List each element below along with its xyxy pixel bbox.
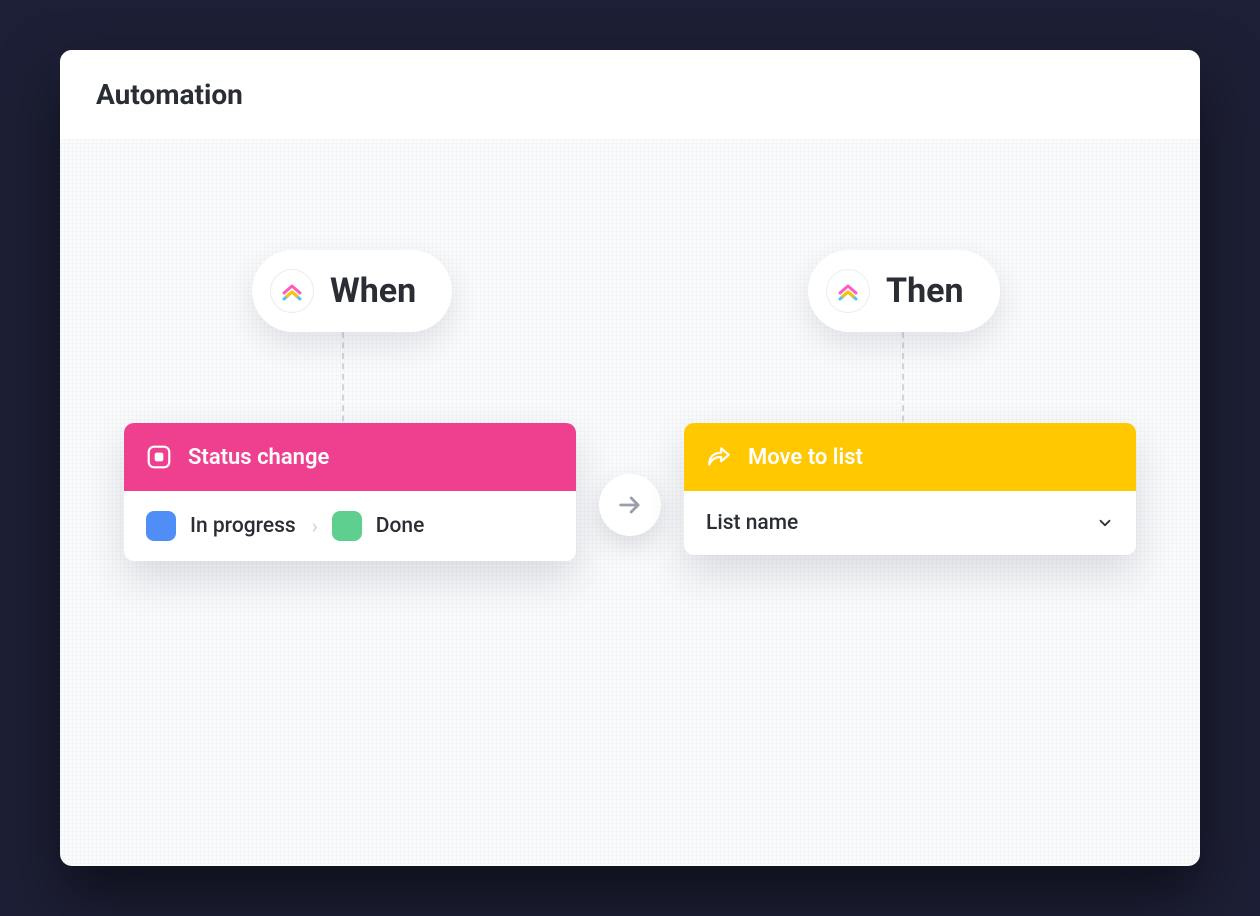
status-square-icon	[146, 444, 172, 470]
list-select-label: List name	[706, 511, 798, 535]
arrow-right-icon	[616, 491, 644, 519]
clickup-logo-icon	[270, 269, 314, 313]
trigger-title: Status change	[188, 445, 329, 470]
status-to-label: Done	[376, 514, 425, 538]
action-card-body[interactable]: List name	[684, 491, 1136, 555]
chevron-down-icon[interactable]	[1096, 514, 1114, 532]
panel-title: Automation	[96, 78, 1164, 111]
action-title: Move to list	[748, 445, 863, 470]
trigger-card[interactable]: Status change In progress ››› Done	[124, 423, 576, 561]
then-label: Then	[886, 271, 964, 311]
flow-arrow	[599, 474, 661, 536]
status-from-label: In progress	[190, 514, 296, 538]
connector-line-when	[342, 332, 344, 432]
when-pill: When	[252, 250, 452, 332]
trigger-card-header: Status change	[124, 423, 576, 491]
connector-line-then	[902, 332, 904, 432]
status-swatch-to	[332, 511, 362, 541]
trigger-card-body: In progress ››› Done	[124, 491, 576, 561]
share-arrow-icon	[706, 444, 732, 470]
status-swatch-from	[146, 511, 176, 541]
when-label: When	[330, 271, 416, 311]
panel-header: Automation	[60, 50, 1200, 140]
automation-canvas: When Then Status change	[60, 140, 1200, 864]
action-card[interactable]: Move to list List name	[684, 423, 1136, 555]
action-card-header: Move to list	[684, 423, 1136, 491]
then-pill: Then	[808, 250, 1000, 332]
automation-panel: Automation When	[60, 50, 1200, 866]
clickup-logo-icon	[826, 269, 870, 313]
